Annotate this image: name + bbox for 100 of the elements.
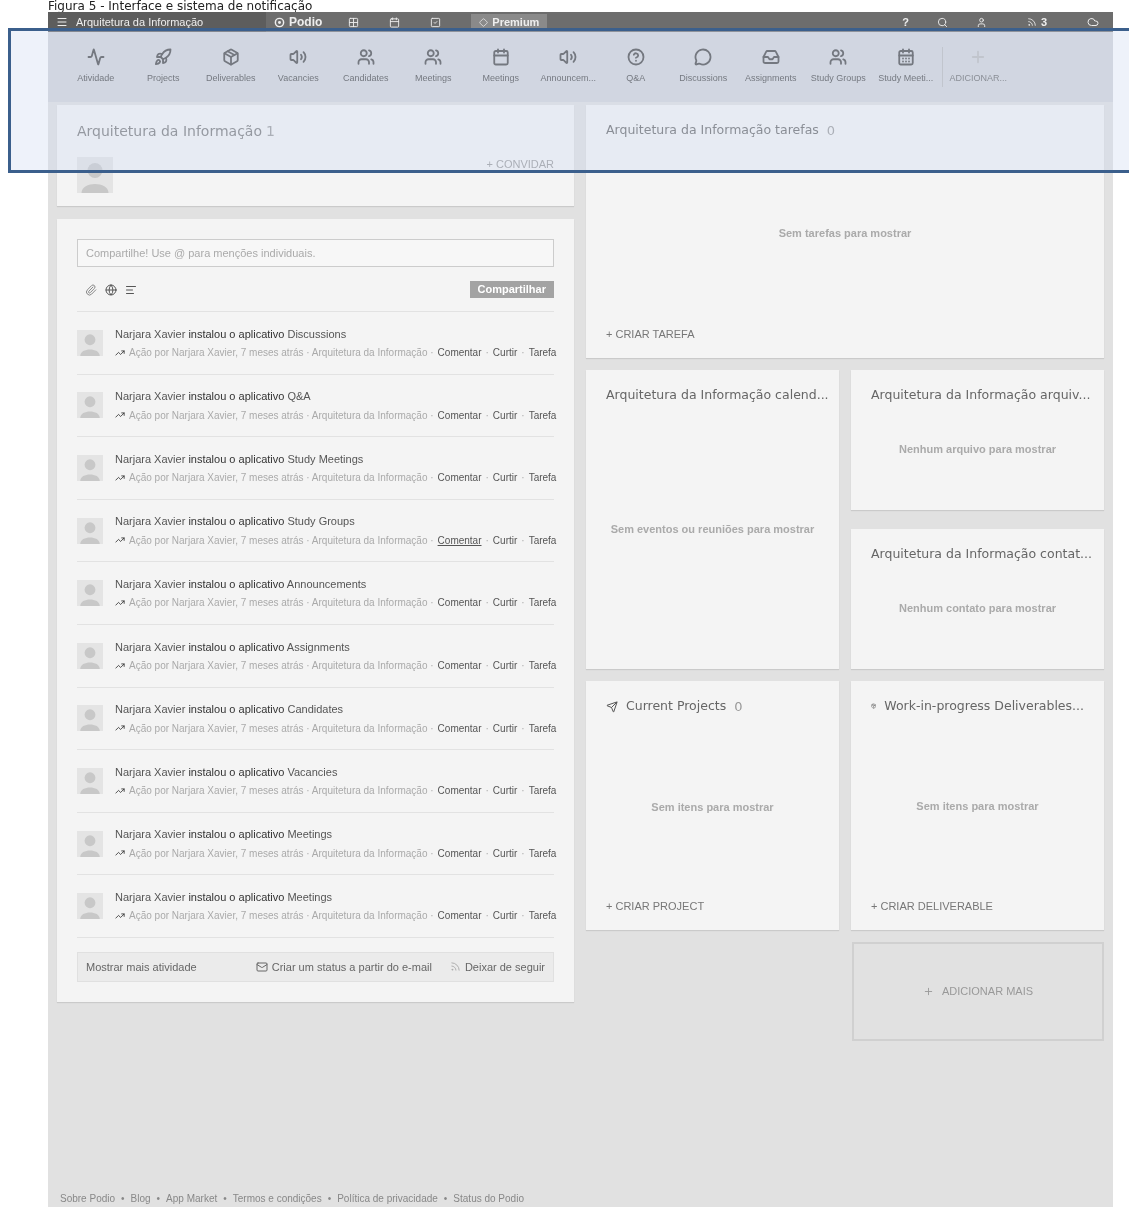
separator-dot: • bbox=[121, 1192, 125, 1206]
action-link[interactable]: Comentar bbox=[437, 470, 482, 486]
create-link[interactable]: + CRIAR TAREFA bbox=[606, 325, 1084, 342]
create-link[interactable]: + CRIAR DELIVERABLE bbox=[871, 897, 1084, 914]
footer-link[interactable]: Termos e condições bbox=[232, 1191, 322, 1206]
separator-dot: · bbox=[485, 596, 489, 611]
action-link[interactable]: Curtir bbox=[492, 532, 518, 548]
action-link[interactable]: Curtir bbox=[492, 845, 518, 861]
widget-title: Arquitetura da Informação calend... bbox=[606, 386, 829, 404]
action-link[interactable]: Tarefa bbox=[528, 908, 557, 924]
unfollow-link[interactable]: Deixar de seguir bbox=[464, 958, 545, 976]
cloud-icon[interactable] bbox=[1087, 16, 1099, 28]
action-link[interactable]: Tarefa bbox=[528, 470, 557, 486]
action-link[interactable]: Curtir bbox=[492, 345, 518, 361]
action-link[interactable]: Tarefa bbox=[528, 345, 557, 361]
people-icon bbox=[356, 48, 375, 67]
avatar-icon bbox=[77, 455, 103, 481]
action-link[interactable]: Comentar bbox=[437, 407, 482, 423]
avatar-icon bbox=[77, 893, 103, 920]
menu-icon[interactable] bbox=[56, 16, 68, 28]
share-field[interactable]: Compartilhe! Use @ para menções individuais. bbox=[77, 239, 554, 267]
paperclip-icon[interactable] bbox=[85, 283, 97, 296]
premium-button[interactable]: Premium bbox=[471, 13, 548, 31]
help-link[interactable]: ? bbox=[902, 13, 909, 31]
avatar-icon bbox=[77, 642, 103, 669]
podio-logo[interactable]: Podio bbox=[274, 13, 323, 31]
widget-title: Work-in-progress Deliverables... bbox=[884, 697, 1084, 715]
app-tab[interactable]: Meetings bbox=[399, 48, 467, 86]
separator-dot: · bbox=[521, 846, 525, 861]
action-link[interactable]: Comentar bbox=[437, 845, 482, 861]
rss-icon bbox=[449, 961, 461, 973]
help-icon bbox=[626, 48, 645, 67]
calendar-icon[interactable] bbox=[389, 16, 401, 28]
widget-title: Arquitetura da Informação arquiv... bbox=[871, 386, 1091, 404]
app-tab[interactable]: Atividade bbox=[62, 48, 130, 86]
app-tab[interactable]: Deliverables bbox=[197, 48, 265, 86]
speaker-icon bbox=[559, 48, 578, 67]
email-status-link[interactable]: Criar um status a partir do e-mail bbox=[271, 958, 432, 976]
separator-dot: · bbox=[485, 846, 489, 861]
footer-link[interactable]: Blog bbox=[130, 1191, 151, 1206]
app-tab[interactable]: Study Groups bbox=[804, 48, 872, 86]
show-more-link[interactable]: Mostrar mais atividade bbox=[86, 958, 197, 976]
widget-count: 0 bbox=[826, 122, 836, 140]
grid-icon[interactable] bbox=[348, 16, 360, 28]
action-link[interactable]: Curtir bbox=[492, 595, 518, 611]
app-tab[interactable]: Meetings bbox=[467, 48, 535, 86]
action-link[interactable]: Comentar bbox=[437, 908, 482, 924]
action-link[interactable]: Curtir bbox=[492, 720, 518, 736]
action-link[interactable]: Tarefa bbox=[528, 407, 557, 423]
app-tab[interactable]: Discussions bbox=[669, 48, 737, 86]
app-tab[interactable]: Announcem... bbox=[534, 48, 602, 86]
notification-count[interactable]: 3 bbox=[1026, 13, 1047, 31]
search-icon[interactable] bbox=[936, 16, 948, 28]
action-link[interactable]: Tarefa bbox=[528, 783, 557, 799]
action-link[interactable]: Comentar bbox=[437, 345, 482, 361]
action-link[interactable]: Curtir bbox=[492, 908, 518, 924]
app-tab[interactable]: Assignments bbox=[737, 48, 805, 86]
action-link[interactable]: Tarefa bbox=[528, 595, 557, 611]
lines-icon[interactable] bbox=[125, 283, 137, 296]
footer-link[interactable]: Política de privacidade bbox=[337, 1191, 438, 1206]
trend-icon bbox=[115, 597, 125, 608]
globe-icon[interactable] bbox=[105, 283, 117, 296]
footer-link[interactable]: Sobre Podio bbox=[60, 1191, 116, 1206]
avatar-icon bbox=[77, 767, 103, 794]
create-link[interactable]: + CRIAR PROJECT bbox=[606, 897, 819, 914]
action-link[interactable]: Curtir bbox=[492, 783, 518, 799]
separator-dot: • bbox=[443, 1192, 448, 1206]
separator-dot: · bbox=[485, 471, 489, 486]
app-tab[interactable]: Vacancies bbox=[264, 48, 332, 86]
action-link[interactable]: Comentar bbox=[437, 595, 482, 611]
avatar-icon bbox=[77, 830, 103, 857]
app-tab[interactable]: Projects bbox=[129, 48, 197, 86]
people-icon bbox=[829, 48, 848, 67]
activity-text: Narjara Xavier instalou o aplicativo Assignments bbox=[115, 639, 351, 655]
activity-meta: Ação por Narjara Xavier, 7 meses atrás · Arquitetura da Informação · bbox=[129, 533, 434, 548]
avatar-icon bbox=[77, 156, 113, 193]
app-tab[interactable]: Q&A bbox=[602, 48, 670, 86]
footer-link[interactable]: App Market bbox=[166, 1191, 218, 1206]
check-icon[interactable] bbox=[430, 16, 442, 28]
action-link[interactable]: Curtir bbox=[492, 470, 518, 486]
action-link[interactable]: Comentar bbox=[437, 658, 482, 673]
app-tab[interactable]: Candidates bbox=[332, 48, 400, 86]
separator-dot: • bbox=[327, 1192, 332, 1206]
action-link[interactable]: Comentar bbox=[437, 783, 482, 799]
footer-link[interactable]: Status do Podio bbox=[453, 1191, 524, 1206]
action-link[interactable]: Curtir bbox=[492, 407, 518, 423]
avatar-icon bbox=[77, 580, 103, 607]
user-icon[interactable] bbox=[975, 16, 987, 28]
separator-dot: · bbox=[485, 909, 489, 924]
action-link[interactable]: Tarefa bbox=[528, 720, 557, 736]
members-count: 1 bbox=[265, 122, 275, 141]
action-link[interactable]: Comentar bbox=[437, 720, 482, 736]
box-icon bbox=[221, 48, 240, 67]
activity-text: Narjara Xavier instalou o aplicativo Meetings bbox=[115, 827, 334, 843]
app-tab[interactable]: Study Meeti... bbox=[872, 48, 940, 86]
action-link[interactable]: Tarefa bbox=[528, 845, 557, 861]
action-link[interactable]: Tarefa bbox=[528, 532, 557, 548]
action-link[interactable]: Curtir bbox=[492, 658, 518, 673]
action-link[interactable]: Tarefa bbox=[528, 658, 557, 673]
action-link[interactable]: Comentar bbox=[437, 532, 482, 548]
